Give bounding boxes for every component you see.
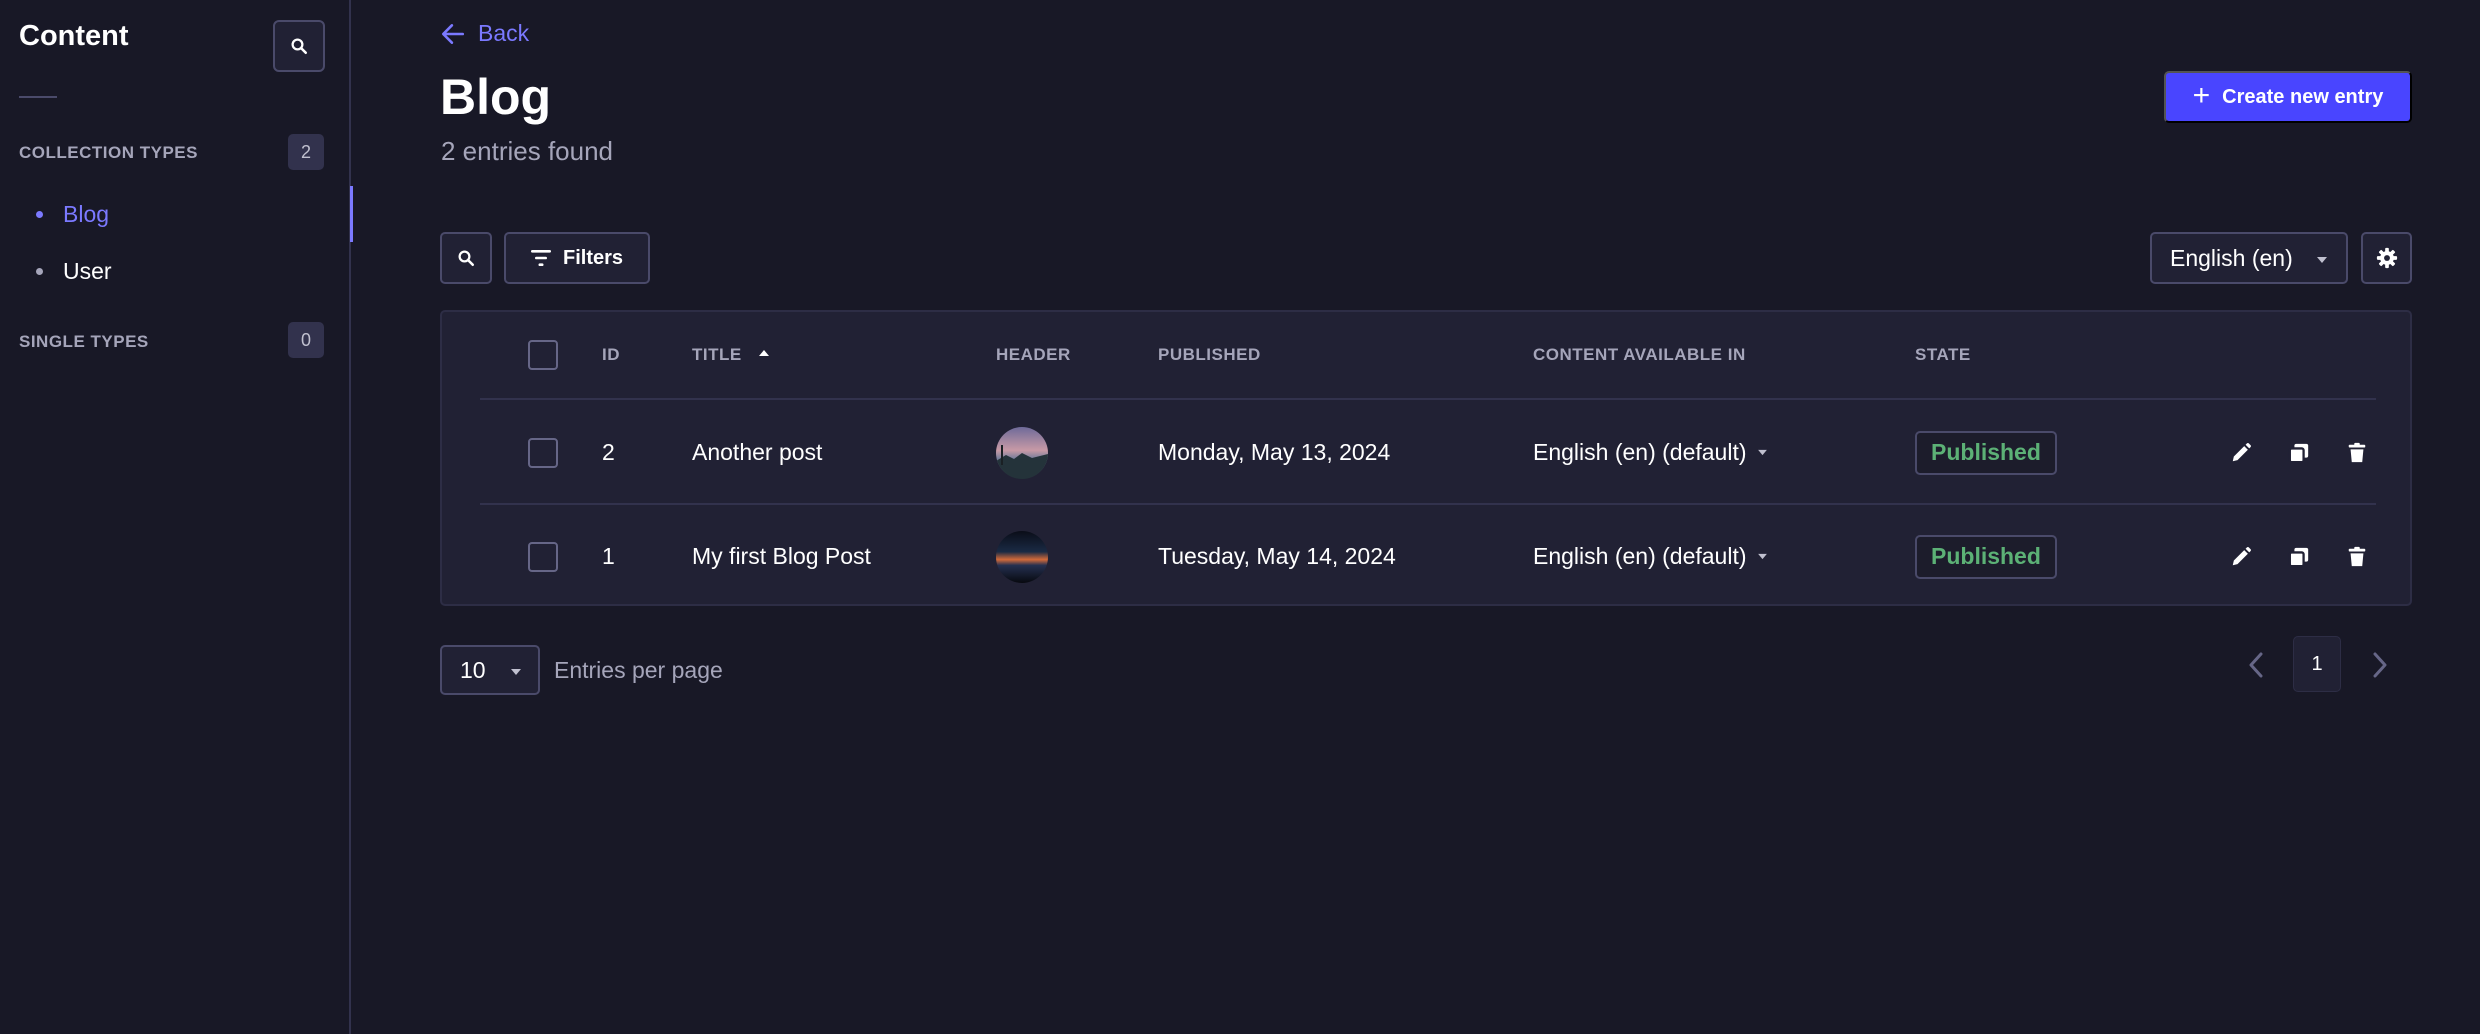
duplicate-button[interactable] (2288, 402, 2310, 503)
status-badge: Published (1915, 430, 2057, 475)
plus-icon: + (2192, 78, 2211, 112)
column-header-published[interactable]: PUBLISHED (1158, 312, 1261, 398)
single-types-heading[interactable]: SINGLE TYPES (19, 332, 149, 352)
delete-button[interactable] (2346, 505, 2368, 608)
header-thumbnail (996, 426, 1048, 479)
previous-page-button[interactable] (2236, 640, 2276, 690)
filter-icon (530, 250, 551, 266)
filters-label: Filters (562, 246, 624, 269)
collection-types-heading[interactable]: COLLECTION TYPES (19, 143, 198, 163)
sidebar-title: Content (19, 20, 129, 52)
entry-id: 1 (602, 543, 615, 569)
entry-published-date: Monday, May 13, 2024 (1158, 439, 1391, 465)
column-header-locales: CONTENT AVAILABLE IN (1533, 345, 1746, 364)
settings-button[interactable] (2361, 232, 2412, 284)
table-search-button[interactable] (440, 232, 492, 284)
caret-down-icon (2317, 257, 2327, 263)
entry-locales: English (en) (default) (1533, 439, 1747, 465)
entry-state-cell: Published (1915, 505, 2057, 608)
next-page-button[interactable] (2360, 640, 2400, 690)
pencil-icon (2232, 546, 2251, 565)
filters-button[interactable]: Filters (504, 232, 650, 284)
sidebar-item-label: User (63, 257, 112, 284)
status-badge: Published (1915, 534, 2057, 579)
create-new-entry-button[interactable]: + Create new entry (2164, 71, 2412, 123)
caret-down-icon (511, 669, 521, 675)
trash-icon (2348, 546, 2366, 566)
entries-count: 2 entries found (441, 136, 614, 166)
delete-button[interactable] (2346, 402, 2368, 503)
column-header-state: STATE (1915, 345, 1971, 364)
entry-title: My first Blog Post (692, 543, 871, 569)
table-header-row: ID TITLE HEADER PUBLISHED CONTENT AVAILA… (480, 312, 2376, 400)
pencil-icon (2232, 442, 2251, 461)
single-types-count: 0 (288, 322, 324, 358)
edit-button[interactable] (2230, 505, 2252, 608)
sidebar-item-user[interactable]: User (0, 243, 351, 299)
duplicate-icon (2288, 547, 2309, 567)
entries-per-page-label: Entries per page (554, 657, 723, 683)
trash-icon (2348, 442, 2366, 462)
sidebar-item-blog[interactable]: Blog (0, 186, 353, 242)
table-row[interactable]: 1 My first Blog Post Tuesday, May 14, 20… (480, 505, 2376, 608)
entries-per-page-select[interactable]: 10 (440, 645, 540, 695)
header-thumbnail (996, 530, 1048, 583)
search-icon (291, 38, 308, 55)
chevron-left-icon (2249, 652, 2263, 678)
per-page-value: 10 (460, 656, 486, 683)
column-header-id[interactable]: ID (602, 312, 620, 398)
page-title: Blog (440, 69, 552, 125)
caret-down-icon (1757, 449, 1767, 456)
locale-value: English (en) (2170, 244, 2293, 271)
chevron-right-icon (2373, 652, 2387, 678)
edit-button[interactable] (2230, 402, 2252, 503)
entry-locales-dropdown[interactable]: English (en) (default) (1533, 505, 1768, 608)
sort-up-icon (758, 350, 769, 356)
row-select-cell (528, 505, 558, 608)
column-header-header[interactable]: HEADER (996, 312, 1071, 398)
entry-published-date: Tuesday, May 14, 2024 (1158, 543, 1396, 569)
sidebar-search-button[interactable] (273, 20, 325, 72)
entry-state-cell: Published (1915, 402, 2057, 503)
sidebar-item-label: Blog (63, 200, 110, 227)
entry-id: 2 (602, 439, 615, 465)
gear-icon (2376, 247, 2397, 269)
entry-header-cell (996, 402, 1048, 503)
duplicate-icon (2288, 443, 2309, 463)
table-row[interactable]: 2 Another post Monday, May 13, 2024 Engl… (480, 402, 2376, 505)
collection-types-count: 2 (288, 134, 324, 170)
row-select-cell (528, 402, 558, 503)
column-header-title-label: TITLE (692, 345, 742, 364)
select-all-checkbox[interactable] (528, 340, 558, 370)
entries-table: ID TITLE HEADER PUBLISHED CONTENT AVAILA… (440, 310, 2412, 606)
create-button-label: Create new entry (2222, 85, 2384, 108)
select-all-cell (528, 312, 558, 398)
bullet-dot (36, 267, 43, 275)
entry-locales-dropdown[interactable]: English (en) (default) (1533, 402, 1768, 503)
caret-down-icon (1757, 553, 1767, 560)
row-checkbox[interactable] (528, 437, 558, 468)
back-label: Back (478, 20, 530, 46)
entry-title: Another post (692, 439, 823, 465)
duplicate-button[interactable] (2288, 505, 2310, 608)
sidebar-divider (19, 96, 57, 98)
search-icon (458, 250, 475, 267)
back-link[interactable]: Back (440, 20, 529, 47)
entry-locales: English (en) (default) (1533, 543, 1747, 569)
bullet-dot (36, 210, 43, 218)
page-number-button[interactable]: 1 (2293, 636, 2341, 692)
column-header-title[interactable]: TITLE (692, 312, 770, 398)
entry-header-cell (996, 505, 1048, 608)
row-checkbox[interactable] (528, 541, 558, 572)
locale-select[interactable]: English (en) (2150, 232, 2348, 284)
content-sidebar: Content COLLECTION TYPES 2 Blog User SIN… (0, 0, 353, 1034)
arrow-left-icon (441, 23, 465, 44)
